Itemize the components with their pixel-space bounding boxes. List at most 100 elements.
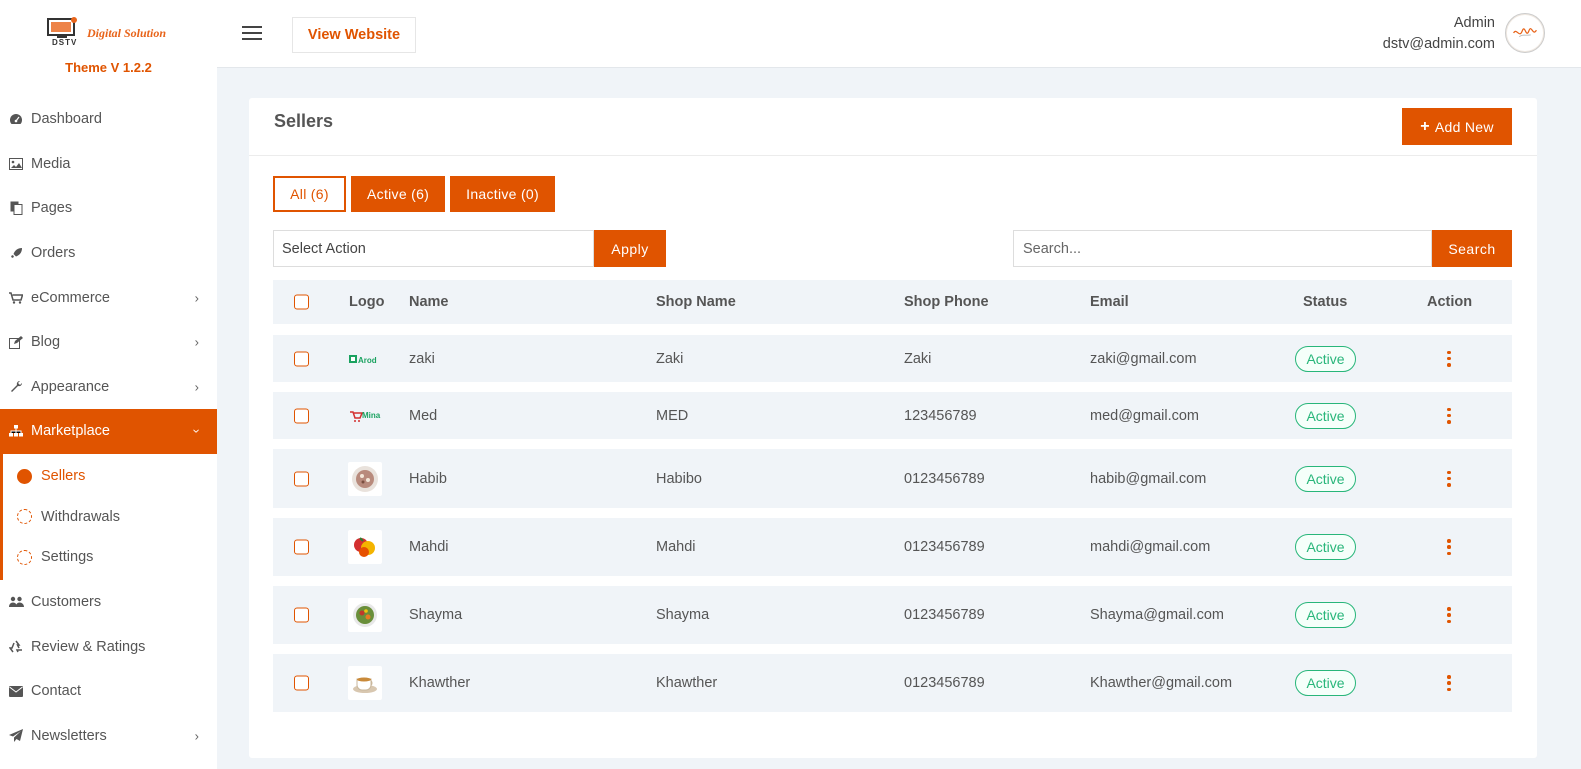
row-checkbox[interactable] <box>294 607 309 623</box>
arod-logo-text: Arod <box>358 356 377 365</box>
add-new-button[interactable]: + Add New <box>1402 108 1512 145</box>
image-icon <box>8 156 24 172</box>
sidebar-subitem-label: Sellers <box>41 468 86 485</box>
view-website-button[interactable]: View Website <box>292 17 416 53</box>
select-all-checkbox[interactable] <box>294 294 309 310</box>
select-action-dropdown[interactable]: Select Action <box>273 230 594 267</box>
circle-dashed-icon <box>17 509 32 525</box>
seller-email: habib@gmail.com <box>1090 470 1207 487</box>
sidebar-subitem-settings[interactable]: Settings <box>3 537 217 578</box>
row-actions-icon[interactable] <box>1446 350 1452 367</box>
status-badge: Active <box>1295 345 1356 372</box>
shop-phone: Zaki <box>904 350 932 367</box>
chevron-right-icon: › <box>194 334 199 350</box>
column-header-email: Email <box>1090 294 1129 310</box>
row-actions-icon[interactable] <box>1446 407 1452 424</box>
sidebar-item-marketplace[interactable]: Marketplace › <box>0 409 217 454</box>
seller-logo: Mina <box>348 399 382 433</box>
sidebar-item-customers[interactable]: Customers <box>0 580 217 625</box>
users-icon <box>8 594 24 610</box>
sidebar-item-contact[interactable]: Contact <box>0 669 217 714</box>
top-header: View Website Admin dstv@admin.com <box>217 0 1581 68</box>
shop-name: MED <box>656 407 689 424</box>
column-header-status: Status <box>1303 294 1348 310</box>
admin-name: Admin <box>1453 15 1495 31</box>
search-button[interactable]: Search <box>1432 230 1512 267</box>
table-row: Shayma Shayma 0123456789 Shayma@gmail.co… <box>273 586 1512 644</box>
row-actions-icon[interactable] <box>1446 675 1452 691</box>
seller-name: Khawther <box>409 675 471 691</box>
rocket-icon <box>8 245 24 261</box>
sidebar-item-label: Customers <box>31 594 102 611</box>
column-header-action: Action <box>1427 294 1473 310</box>
search-input[interactable] <box>1013 230 1432 267</box>
row-checkbox[interactable] <box>294 471 309 486</box>
apply-button[interactable]: Apply <box>594 230 666 267</box>
sidebar-item-label: Dashboard <box>31 111 102 128</box>
shop-name: Habibo <box>656 470 702 487</box>
row-checkbox[interactable] <box>294 539 309 555</box>
sidebar-item-pages[interactable]: Pages <box>0 186 217 231</box>
shop-name: Zaki <box>656 350 684 367</box>
status-badge: Active <box>1295 670 1356 696</box>
status-badge: Active <box>1295 534 1356 560</box>
row-checkbox[interactable] <box>294 675 309 691</box>
menu-toggle-icon[interactable] <box>242 26 262 40</box>
admin-email: dstv@admin.com <box>1382 36 1495 52</box>
recycle-icon <box>8 639 24 655</box>
sidebar-item-blog[interactable]: Blog › <box>0 320 217 365</box>
mina-logo-text: Mina <box>362 411 381 420</box>
seller-name: Med <box>409 407 438 424</box>
seller-email: Khawther@gmail.com <box>1090 675 1233 691</box>
sidebar-item-label: Orders <box>31 245 76 262</box>
sidebar-subitem-sellers[interactable]: Sellers <box>3 456 217 497</box>
sidebar-item-media[interactable]: Media <box>0 142 217 187</box>
circle-dashed-icon <box>17 549 32 565</box>
page-title: Sellers <box>274 111 334 131</box>
sitemap-icon <box>8 423 24 439</box>
shop-phone: 0123456789 <box>904 675 985 691</box>
column-header-logo: Logo <box>349 294 385 310</box>
sidebar-item-dashboard[interactable]: Dashboard <box>0 97 217 142</box>
seller-email: med@gmail.com <box>1090 407 1199 424</box>
copy-icon <box>8 200 24 216</box>
status-filters: All (6) Active (6) Inactive (0) <box>273 176 560 212</box>
sidebar-item-ecommerce[interactable]: eCommerce › <box>0 275 217 320</box>
chevron-down-icon: › <box>189 429 205 434</box>
sidebar-item-label: Contact <box>31 683 81 700</box>
row-checkbox[interactable] <box>294 351 309 366</box>
sidebar-item-newsletters[interactable]: Newsletters › <box>0 714 217 759</box>
sidebar-item-label: Marketplace <box>31 423 110 440</box>
filter-all-button[interactable]: All (6) <box>273 176 346 212</box>
status-badge: Active <box>1295 602 1356 628</box>
sidebar-item-orders[interactable]: Orders <box>0 231 217 276</box>
sidebar-subitem-label: Withdrawals <box>41 508 120 525</box>
dashboard-icon <box>8 111 24 127</box>
row-actions-icon[interactable] <box>1446 607 1452 623</box>
chevron-right-icon: › <box>194 379 199 395</box>
search-row: Search <box>1013 230 1512 267</box>
sidebar-item-reviews[interactable]: Review & Ratings <box>0 624 217 669</box>
avatar[interactable] <box>1505 13 1545 53</box>
shop-phone: 0123456789 <box>904 470 985 487</box>
table-row: Khawther Khawther 0123456789 Khawther@gm… <box>273 654 1512 712</box>
sidebar-item-appearance[interactable]: Appearance › <box>0 365 217 410</box>
brand-logo-text: DSTV <box>52 38 78 47</box>
sellers-card: Sellers + Add New All (6) Active (6) Ina… <box>249 98 1537 758</box>
sidebar-item-label: Blog <box>31 334 61 351</box>
seller-logo <box>348 598 382 632</box>
row-checkbox[interactable] <box>294 408 309 423</box>
filter-inactive-button[interactable]: Inactive (0) <box>450 176 555 212</box>
sidebar-item-label: Newsletters <box>31 727 107 744</box>
plus-icon: + <box>1420 117 1430 135</box>
edit-icon <box>8 334 24 350</box>
column-header-shop-name: Shop Name <box>656 294 736 310</box>
card-header: Sellers + Add New <box>249 98 1537 156</box>
sidebar-subitem-withdrawals[interactable]: Withdrawals <box>3 496 217 537</box>
row-actions-icon[interactable] <box>1446 470 1452 487</box>
filter-active-button[interactable]: Active (6) <box>351 176 446 212</box>
envelope-icon <box>8 683 24 699</box>
row-actions-icon[interactable] <box>1446 539 1452 555</box>
sidebar-item-label: Pages <box>31 200 73 217</box>
seller-logo <box>348 666 382 700</box>
